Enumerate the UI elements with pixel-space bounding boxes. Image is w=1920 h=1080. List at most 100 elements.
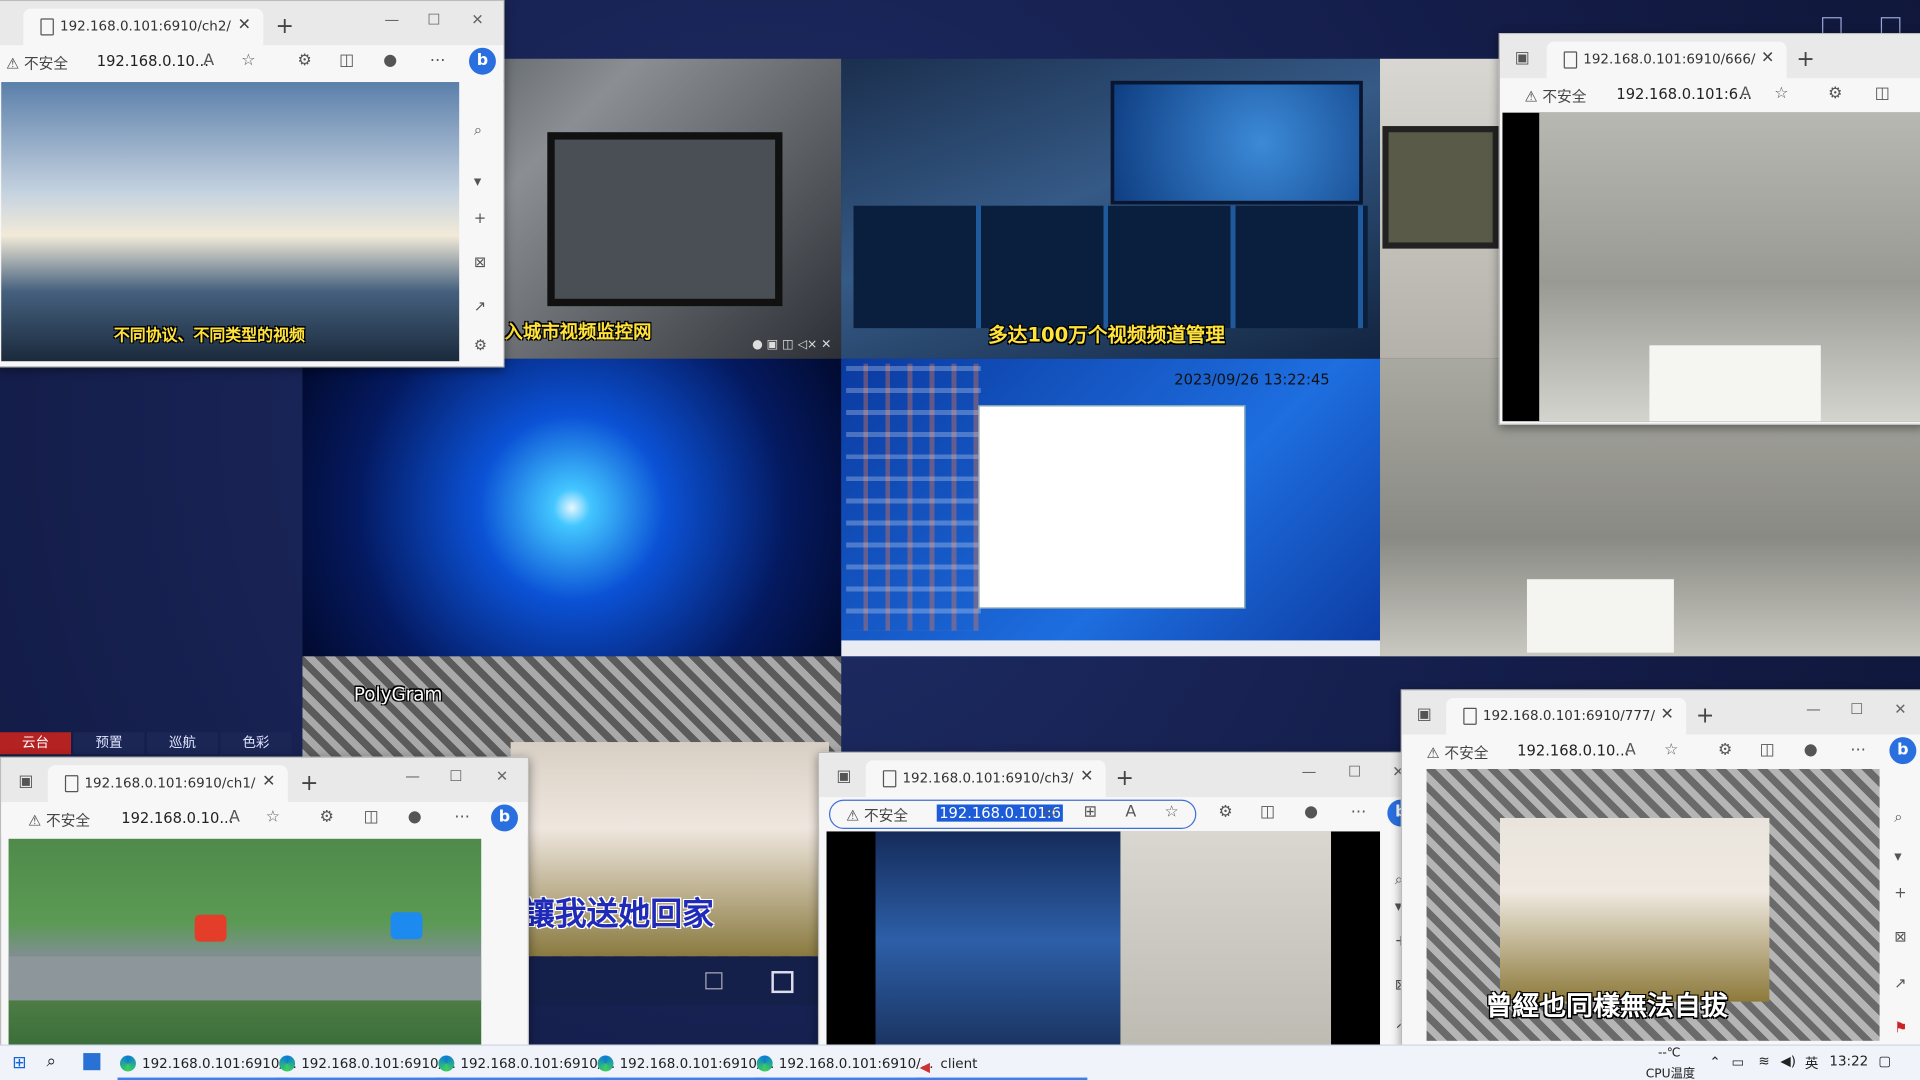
wifi-icon[interactable]: ≋ [1758, 1053, 1769, 1069]
notification-icon[interactable]: ▢ [1878, 1053, 1891, 1069]
tab-actions-icon[interactable]: ▣ [1515, 49, 1530, 67]
clock[interactable]: 13:22 [1829, 1053, 1868, 1069]
insecure-badge[interactable]: ⚠ 不安全 [28, 809, 90, 830]
ime-indicator[interactable]: 英 [1805, 1053, 1818, 1073]
close-window-icon[interactable]: ✕ [1894, 700, 1906, 717]
tab-ch1[interactable]: 192.168.0.101:6910/ch1/ ✕ [47, 765, 288, 803]
address-bar[interactable]: 192.168.0.10... [97, 53, 209, 70]
start-icon[interactable]: ⊞ [12, 1053, 26, 1073]
taskbar-item-edge-2[interactable]: 192.168.0.101:6910/... [276, 1051, 456, 1080]
insecure-badge[interactable]: ⚠ 不安全 [6, 53, 68, 74]
address-bar[interactable]: 192.168.0.10... [1517, 742, 1629, 759]
new-tab-icon[interactable]: + [276, 13, 294, 39]
minimize-icon[interactable]: — [1302, 763, 1317, 780]
close-tab-icon[interactable]: ✕ [1661, 705, 1674, 723]
taskbar-item-edge-3[interactable]: 192.168.0.101:6910/... [435, 1051, 615, 1080]
search-icon[interactable]: ⌕ [47, 1052, 57, 1072]
fullscreen-icon[interactable] [771, 971, 794, 994]
read-aloud-icon[interactable]: A [1125, 803, 1136, 821]
read-aloud-icon[interactable]: A [1625, 741, 1636, 759]
new-tab-icon[interactable]: + [1796, 47, 1814, 73]
tab-ch3[interactable]: 192.168.0.101:6910/ch3/ ✕ [865, 760, 1106, 798]
split-screen-icon[interactable]: ◫ [339, 51, 354, 69]
close-window-icon[interactable]: ✕ [496, 768, 508, 785]
tab-cruise[interactable]: 巡航 [146, 732, 218, 755]
bing-icon[interactable]: b [491, 804, 518, 832]
new-tab-icon[interactable]: + [1116, 765, 1134, 791]
tab-666[interactable]: 192.168.0.101:6910/666/ ✕ [1546, 41, 1787, 79]
favorite-icon[interactable]: ☆ [1664, 741, 1678, 759]
battery-icon[interactable]: ▭ [1731, 1054, 1744, 1070]
close-tab-icon[interactable]: ✕ [238, 16, 251, 34]
more-icon[interactable]: ⋯ [1850, 741, 1866, 759]
app-grid-icon[interactable]: ⊞ [1084, 803, 1097, 821]
taskbar-item-edge-4[interactable]: 192.168.0.101:6910/... [595, 1051, 774, 1080]
video-tile-windows-desktop[interactable]: 2023/09/26 13:22:45 [841, 358, 1381, 657]
share-icon[interactable]: ↗ [474, 298, 486, 315]
profile-icon[interactable]: ● [1804, 741, 1818, 759]
tab-actions-icon[interactable]: ▣ [18, 773, 33, 791]
maximize-icon[interactable]: ☐ [449, 768, 462, 785]
add-icon[interactable]: + [1894, 884, 1906, 901]
address-bar[interactable]: 192.168.0.10... [121, 809, 233, 826]
insecure-badge[interactable]: ⚠ 不安全 [846, 804, 908, 825]
read-aloud-icon[interactable]: A [203, 51, 214, 69]
maximize-icon[interactable]: ☐ [1348, 763, 1361, 780]
shopping-icon[interactable]: ▾ [1894, 847, 1901, 864]
profile-icon[interactable]: ● [1304, 803, 1318, 821]
bing-icon[interactable]: b [468, 47, 496, 75]
video-ch2[interactable]: 不同协议、不同类型的视频 [1, 82, 460, 362]
extensions-icon[interactable]: ⚙ [1718, 741, 1732, 759]
more-icon[interactable]: ⋯ [1351, 803, 1367, 821]
tools-icon[interactable]: ⊠ [1894, 928, 1906, 945]
tab-actions-icon[interactable]: ▣ [836, 768, 851, 786]
favorite-icon[interactable]: ☆ [241, 51, 255, 69]
minimize-icon[interactable]: — [405, 768, 420, 785]
feedback-icon[interactable]: ⚑ [1894, 1019, 1907, 1036]
split-screen-icon[interactable]: ◫ [1760, 741, 1775, 759]
tab-777[interactable]: 192.168.0.101:6910/777/ ✕ [1446, 697, 1687, 735]
maximize-icon[interactable]: ☐ [1850, 700, 1863, 717]
extensions-icon[interactable]: ⚙ [1828, 84, 1842, 102]
address-bar[interactable]: 192.168.0.101:6... [1616, 86, 1752, 103]
fullscreen-icon[interactable] [1822, 17, 1842, 35]
share-icon[interactable]: ↗ [1894, 975, 1906, 992]
new-tab-icon[interactable]: + [1696, 703, 1714, 729]
tile-controls[interactable]: ● ▣ ◫ ◁× ✕ [752, 338, 831, 351]
bing-icon[interactable]: b [1889, 737, 1917, 765]
more-icon[interactable]: ⋯ [430, 51, 446, 69]
maximize-icon[interactable]: ☐ [427, 11, 440, 28]
tools-icon[interactable]: ⊠ [474, 253, 486, 270]
video-tile-office-monitor[interactable] [1380, 58, 1503, 359]
favorite-icon[interactable]: ☆ [266, 808, 280, 826]
taskbar-item-edge-1[interactable]: 192.168.0.101:6910/... [117, 1051, 297, 1080]
close-tab-icon[interactable]: ✕ [1761, 49, 1774, 67]
read-aloud-icon[interactable]: A [229, 808, 240, 826]
profile-icon[interactable]: ● [408, 808, 422, 826]
tab-color[interactable]: 色彩 [220, 732, 292, 755]
video-777[interactable]: 曾經也同樣無法自拔 [1426, 768, 1880, 1041]
extensions-icon[interactable]: ⚙ [1218, 803, 1232, 821]
search-icon[interactable]: ⌕ [474, 121, 482, 139]
video-666[interactable] [1502, 112, 1920, 422]
add-icon[interactable]: + [474, 209, 486, 226]
extensions-icon[interactable]: ⚙ [298, 51, 312, 69]
settings-icon[interactable]: ⚙ [474, 337, 487, 354]
tab-ptz[interactable]: 云台 [0, 732, 72, 755]
video-ch3[interactable] [826, 831, 1381, 1050]
more-icon[interactable]: ⋯ [454, 808, 470, 826]
split-screen-icon[interactable]: ◫ [1260, 803, 1275, 821]
new-tab-icon[interactable]: + [300, 770, 318, 796]
favorite-icon[interactable]: ☆ [1164, 803, 1178, 821]
taskbar-item-edge-5[interactable]: 192.168.0.101:6910/... [754, 1051, 934, 1080]
profile-icon[interactable]: ● [383, 51, 397, 69]
insecure-badge[interactable]: ⚠ 不安全 [1427, 742, 1489, 763]
split-screen-icon[interactable]: ◫ [1875, 84, 1890, 102]
shopping-icon[interactable]: ▾ [474, 173, 481, 190]
extensions-icon[interactable]: ⚙ [320, 808, 334, 826]
close-window-icon[interactable]: ✕ [471, 11, 483, 28]
video-tile-blue-burst[interactable] [302, 358, 842, 657]
taskbar-item-client[interactable]: ◀ client [915, 1051, 1088, 1080]
exit-icon[interactable] [1880, 17, 1901, 35]
tab-ch2[interactable]: 192.168.0.101:6910/ch2/ ✕ [23, 8, 264, 46]
